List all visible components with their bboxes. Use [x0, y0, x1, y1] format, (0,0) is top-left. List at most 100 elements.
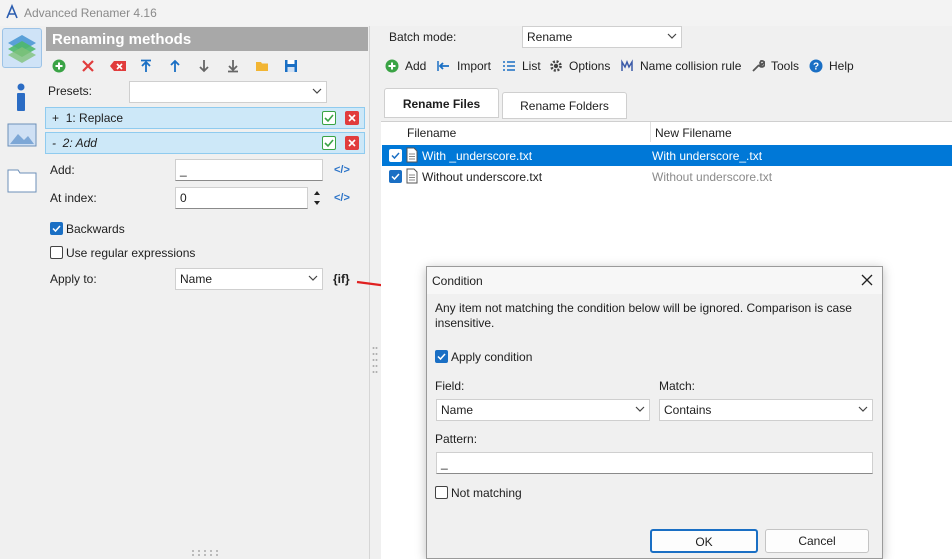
enabled-check-icon[interactable] — [322, 136, 336, 150]
collision-icon — [621, 59, 633, 71]
pattern-input[interactable]: _ — [436, 452, 873, 474]
match-value: Contains — [664, 403, 712, 417]
title-bar: Advanced Renamer 4.16 — [0, 0, 952, 26]
remove-method-icon[interactable] — [81, 59, 95, 73]
svg-text:?: ? — [813, 62, 819, 73]
cancel-button[interactable]: Cancel — [765, 529, 869, 553]
info-icon — [17, 83, 25, 111]
help-icon: ? — [809, 59, 823, 73]
file-icon — [406, 147, 418, 163]
regex-checkbox[interactable] — [50, 246, 63, 259]
chevron-down-icon — [312, 88, 322, 94]
options-label: Options — [569, 59, 611, 73]
plus-circle-icon — [385, 59, 399, 73]
index-label: At index: — [50, 191, 97, 205]
if-condition-button[interactable]: {if} — [333, 272, 350, 286]
code-tag-icon[interactable]: </> — [334, 164, 350, 176]
match-label: Match: — [659, 379, 696, 393]
column-divider — [650, 122, 651, 142]
delete-method-icon[interactable] — [345, 111, 359, 125]
wrench-icon — [752, 60, 765, 72]
gear-icon — [550, 60, 562, 72]
row-checkbox[interactable] — [389, 170, 402, 183]
index-input[interactable]: 0 — [175, 187, 308, 209]
panel-splitter-icon[interactable] — [372, 345, 378, 375]
field-label: Field: — [435, 379, 465, 393]
close-icon[interactable] — [861, 274, 873, 286]
column-filename[interactable]: Filename — [407, 126, 456, 140]
method-item-replace[interactable]: + 1: Replace — [45, 107, 365, 129]
methods-panel — [44, 26, 370, 559]
methods-header: Renaming methods — [46, 27, 368, 51]
table-row[interactable]: With _underscore.txt With underscore_.tx… — [382, 145, 952, 166]
apply-to-label: Apply to: — [50, 272, 97, 286]
not-matching-label: Not matching — [451, 486, 522, 500]
apply-to-select[interactable]: Name — [175, 268, 323, 290]
match-select[interactable]: Contains — [659, 399, 873, 421]
add-method-icon[interactable] — [52, 59, 66, 73]
new-filename-cell: With underscore_.txt — [652, 149, 763, 163]
add-input[interactable]: _ — [175, 159, 323, 181]
presets-select[interactable] — [129, 81, 327, 103]
method-toggle[interactable]: - — [52, 136, 56, 150]
image-icon — [7, 123, 37, 147]
add-label: Add: — [50, 163, 75, 177]
window-title: Advanced Renamer 4.16 — [24, 6, 157, 20]
apply-condition-label: Apply condition — [451, 350, 533, 364]
filename-cell: Without underscore.txt — [422, 170, 543, 184]
condition-dialog: Condition Any item not matching the cond… — [426, 266, 883, 559]
file-icon — [406, 168, 418, 184]
rail-info-button[interactable] — [2, 78, 42, 118]
batch-mode-select[interactable]: Rename — [522, 26, 682, 48]
resize-grip-icon[interactable] — [190, 549, 224, 557]
table-row[interactable]: Without underscore.txt Without underscor… — [382, 166, 952, 187]
chevron-down-icon — [858, 406, 868, 412]
method-item-add[interactable]: - 2: Add — [45, 132, 365, 154]
method-label: 2: Add — [62, 136, 97, 150]
left-rail — [0, 26, 44, 559]
move-top-icon[interactable] — [139, 59, 153, 73]
folder-icon — [7, 169, 37, 193]
index-spinner-icon[interactable] — [311, 187, 323, 209]
rail-methods-button[interactable] — [2, 28, 42, 68]
chevron-down-icon — [635, 406, 645, 412]
filename-cell: With _underscore.txt — [422, 149, 533, 163]
save-icon[interactable] — [284, 59, 298, 73]
method-label: 1: Replace — [65, 111, 124, 125]
tab-rename-folders[interactable]: Rename Folders — [502, 92, 627, 119]
method-toggle[interactable]: + — [52, 111, 59, 125]
batch-mode-label: Batch mode: — [389, 30, 457, 44]
chevron-down-icon — [667, 33, 677, 39]
not-matching-checkbox[interactable] — [435, 486, 448, 499]
help-label: Help — [829, 59, 854, 73]
apply-condition-checkbox[interactable] — [435, 350, 448, 363]
list-label: List — [522, 59, 541, 73]
delete-method-icon[interactable] — [345, 136, 359, 150]
import-icon — [437, 61, 449, 71]
pattern-label: Pattern: — [435, 432, 478, 446]
code-tag-icon[interactable]: </> — [334, 192, 350, 204]
clear-methods-icon[interactable] — [109, 59, 127, 73]
rail-folder-button[interactable] — [2, 160, 42, 200]
backwards-checkbox[interactable] — [50, 222, 63, 235]
rail-image-button[interactable] — [2, 116, 42, 156]
ok-button[interactable]: OK — [650, 529, 758, 553]
enabled-check-icon[interactable] — [322, 111, 336, 125]
move-bottom-icon[interactable] — [226, 59, 240, 73]
chevron-down-icon — [308, 275, 318, 281]
row-checkbox[interactable] — [389, 149, 402, 162]
dialog-title: Condition — [427, 267, 882, 294]
new-filename-cell: Without underscore.txt — [652, 170, 773, 184]
open-folder-icon[interactable] — [255, 59, 269, 73]
column-new-filename[interactable]: New Filename — [655, 126, 732, 140]
layers-icon — [8, 35, 36, 63]
presets-label: Presets: — [48, 84, 93, 98]
batch-mode-value: Rename — [527, 30, 573, 44]
backwards-label: Backwards — [66, 222, 125, 236]
field-select[interactable]: Name — [436, 399, 650, 421]
move-down-icon[interactable] — [197, 59, 211, 73]
move-up-icon[interactable] — [168, 59, 182, 73]
regex-label: Use regular expressions — [66, 246, 196, 260]
tab-rename-files[interactable]: Rename Files — [384, 88, 499, 118]
collision-rule-label: Name collision rule — [640, 59, 742, 73]
